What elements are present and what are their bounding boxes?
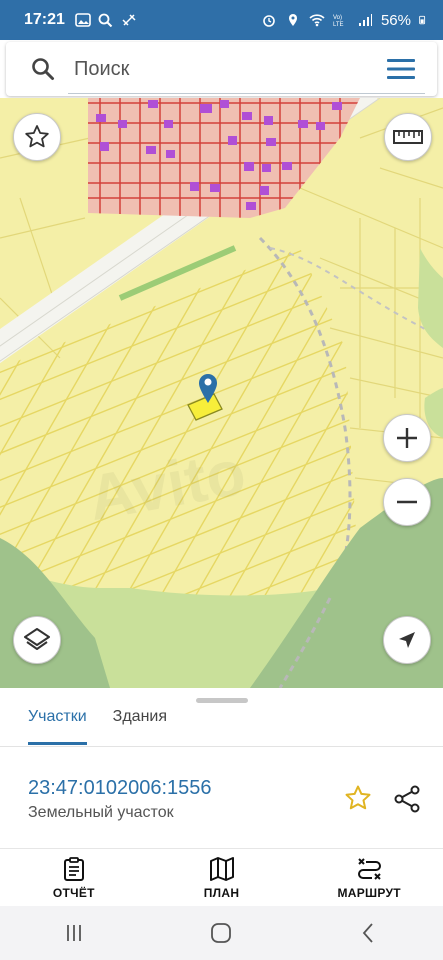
report-button[interactable]: ОТЧЁТ — [0, 849, 148, 907]
wifi-icon — [309, 14, 325, 27]
cadastral-map[interactable] — [0, 98, 443, 688]
search-bar — [6, 42, 437, 96]
system-navigation-bar — [0, 906, 443, 960]
svg-text:LTE: LTE — [333, 22, 344, 27]
volte-icon: Vo)LTE — [333, 15, 344, 27]
tab-parcels[interactable]: Участки — [28, 708, 87, 745]
parcel-info-sheet: Участки Здания 23:47:0102006:1556 Земель… — [0, 688, 443, 848]
battery-percent: 56% — [380, 11, 411, 29]
map-plan-icon — [209, 857, 234, 881]
map-view[interactable]: Avito — [0, 98, 443, 688]
location-icon — [288, 14, 297, 26]
share-icon[interactable] — [392, 784, 422, 814]
signal-icon — [358, 14, 372, 26]
svg-text:Vo): Vo) — [333, 15, 342, 21]
report-label: ОТЧЁТ — [52, 886, 95, 900]
sheet-drag-handle[interactable] — [196, 698, 248, 703]
zoom-in-button[interactable] — [383, 414, 431, 462]
vpn-icon — [122, 14, 136, 26]
status-time: 17:21 — [24, 11, 65, 28]
tab-buildings[interactable]: Здания — [113, 708, 167, 745]
navigation-arrow-icon — [399, 632, 415, 648]
search-underline — [68, 93, 425, 94]
back-icon[interactable] — [357, 921, 381, 945]
recent-apps-icon[interactable] — [62, 921, 86, 945]
image-icon — [75, 13, 91, 27]
layers-button[interactable] — [13, 616, 61, 664]
zoom-out-button[interactable] — [383, 478, 431, 526]
ruler-button[interactable] — [384, 113, 432, 161]
sheet-tabs: Участки Здания — [28, 708, 167, 745]
layers-icon — [24, 628, 50, 650]
parcel-type: Земельный участок — [28, 804, 174, 821]
battery-icon — [419, 15, 426, 25]
bottom-navigation: ОТЧЁТ ПЛАН МАРШРУТ — [0, 848, 443, 907]
plan-button[interactable]: ПЛАН — [148, 849, 296, 907]
search-input[interactable] — [72, 56, 376, 82]
search-icon — [98, 13, 113, 27]
favorite-star-icon[interactable] — [344, 784, 372, 812]
home-icon[interactable] — [209, 921, 233, 945]
my-location-button[interactable] — [383, 616, 431, 664]
parcel-cadastral-number[interactable]: 23:47:0102006:1556 — [28, 777, 212, 800]
route-button[interactable]: МАРШРУТ — [295, 849, 443, 907]
ruler-icon — [393, 130, 423, 144]
divider — [0, 746, 443, 747]
plan-label: ПЛАН — [203, 886, 240, 900]
alarm-icon — [263, 15, 275, 27]
route-icon — [358, 858, 382, 880]
status-bar: 17:21 Vo) LTE 56% — [0, 0, 443, 40]
route-label: МАРШРУТ — [337, 886, 401, 900]
star-outline-icon — [25, 125, 49, 148]
zoom-in-icon — [397, 428, 417, 448]
search-icon[interactable] — [30, 56, 56, 82]
favorite-button[interactable] — [13, 113, 61, 161]
hamburger-menu-icon[interactable] — [387, 58, 415, 80]
zoom-out-icon — [397, 500, 417, 504]
report-icon — [63, 857, 84, 881]
